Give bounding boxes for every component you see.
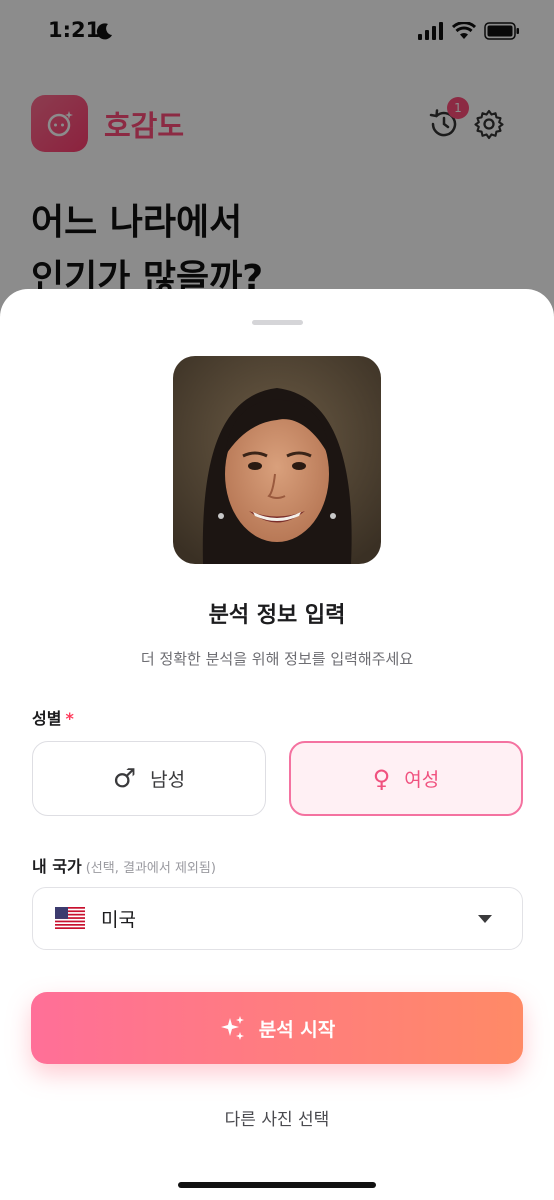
us-flag-icon [55,907,85,929]
country-select[interactable]: 미국 [32,887,523,950]
gender-label: 성별 * [32,705,74,729]
choose-other-photo-link[interactable]: 다른 사진 선택 [0,1105,554,1130]
female-symbol-icon: ♀ [372,764,391,793]
gender-male-button[interactable]: ♂ 남성 [32,741,266,816]
male-symbol-icon: ♂ [112,763,137,794]
selected-photo [173,356,381,564]
gender-female-label: 여성 [404,769,440,791]
analysis-info-sheet: 분석 정보 입력 더 정확한 분석을 위해 정보를 입력해주세요 성별 * ♂ 남… [0,289,554,1200]
sheet-title: 분석 정보 입력 [208,603,346,628]
required-mark: * [65,709,74,728]
gender-female-button[interactable]: ♀ 여성 [289,741,523,816]
start-analysis-label: 분석 시작 [258,1018,336,1041]
home-indicator [178,1182,376,1188]
sheet-grabber[interactable] [252,320,303,325]
sheet-subtitle: 더 정확한 분석을 위해 정보를 입력해주세요 [140,650,414,668]
country-hint: (선택, 결과에서 제외됨) [85,861,216,876]
chevron-down-icon [478,915,492,923]
country-label-text: 내 국가 [32,857,82,876]
start-analysis-button[interactable]: 분석 시작 [31,992,523,1064]
country-label: 내 국가 (선택, 결과에서 제외됨) [32,853,216,877]
country-value: 미국 [101,909,136,931]
gender-male-label: 남성 [150,769,186,791]
sparkle-icon [220,1016,244,1040]
portrait-image [173,356,381,564]
gender-label-text: 성별 [32,709,62,728]
